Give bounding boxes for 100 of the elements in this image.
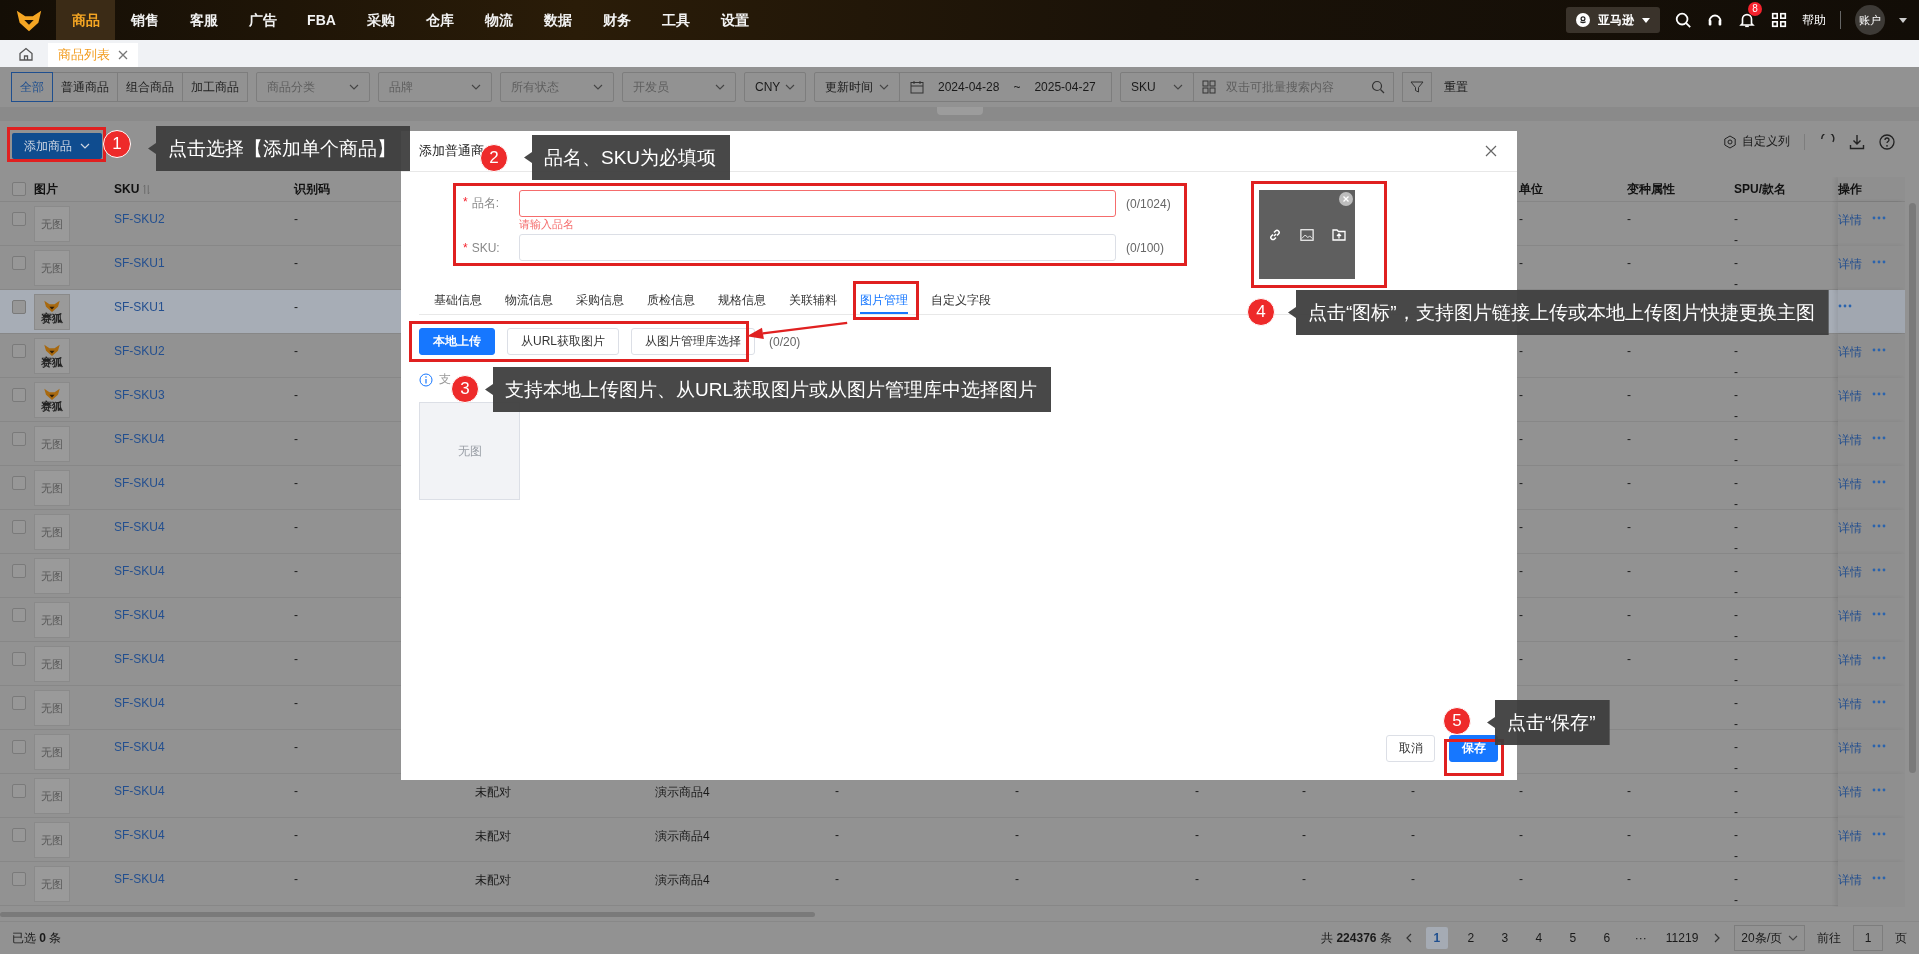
- table-cell: -: [294, 564, 298, 578]
- no-image-placeholder: 无图: [34, 206, 70, 242]
- table-cell: -: [1519, 344, 1523, 358]
- table-cell: -: [835, 784, 839, 798]
- table-cell: -: [294, 212, 298, 226]
- table-cell: -: [1734, 409, 1738, 423]
- table-cell: -: [1734, 784, 1738, 798]
- table-cell: -: [294, 300, 298, 314]
- table-cell: -: [1734, 652, 1738, 666]
- no-image-placeholder: 无图: [34, 426, 70, 462]
- table-cell: -: [294, 608, 298, 622]
- no-image-placeholder: 无图: [419, 402, 520, 500]
- total-count: 共 224376 条: [1321, 929, 1392, 947]
- column-header: SPU/款名: [1734, 180, 1786, 198]
- table-cell: -: [1627, 388, 1631, 402]
- table-cell: -: [294, 740, 298, 754]
- table-cell: -: [294, 652, 298, 666]
- table-cell: -: [1302, 872, 1306, 886]
- table-cell: -: [1734, 497, 1738, 511]
- column-header: 变种属性: [1627, 180, 1675, 198]
- table-cell: -: [1519, 476, 1523, 490]
- no-image-placeholder: 无图: [34, 602, 70, 638]
- table-cell: -: [294, 784, 298, 798]
- table-cell: -: [1734, 344, 1738, 358]
- table-cell: -: [835, 828, 839, 842]
- column-header: 图片: [34, 180, 58, 198]
- goto-label: 前往: [1817, 929, 1841, 947]
- table-cell: -: [1627, 564, 1631, 578]
- table-cell: -: [1627, 520, 1631, 534]
- no-image-placeholder: 无图: [34, 250, 70, 286]
- column-header: 操作: [1838, 180, 1862, 198]
- table-cell: -: [1734, 893, 1738, 907]
- table-cell: -: [1734, 872, 1738, 886]
- table-cell: -: [1734, 432, 1738, 446]
- table-cell: -: [1734, 629, 1738, 643]
- table-cell: -: [294, 388, 298, 402]
- table-cell: 未配对: [475, 828, 511, 845]
- table-cell: -: [1302, 784, 1306, 798]
- table-cell: -: [1627, 872, 1631, 886]
- table-cell: -: [1734, 740, 1738, 754]
- no-image-placeholder: 无图: [34, 558, 70, 594]
- table-cell: -: [1627, 652, 1631, 666]
- table-cell: -: [1627, 256, 1631, 270]
- goto-unit: 页: [1895, 929, 1907, 947]
- table-cell: -: [1519, 872, 1523, 886]
- no-image-placeholder: 无图: [34, 778, 70, 814]
- table-cell: -: [294, 872, 298, 886]
- table-cell: -: [1411, 784, 1415, 798]
- table-cell: -: [1519, 608, 1523, 622]
- character-counter: (0/100): [1126, 240, 1165, 255]
- info-text: 支: [439, 371, 451, 388]
- table-cell: -: [1411, 872, 1415, 886]
- table-cell: -: [1195, 872, 1199, 886]
- callout-tooltip: 支持本地上传图片、从URL获取图片或从图片管理库中选择图片: [485, 367, 1051, 412]
- table-cell: -: [1411, 828, 1415, 842]
- field-label: 品名:: [471, 195, 499, 212]
- table-cell: -: [294, 432, 298, 446]
- table-cell: -: [1195, 828, 1199, 842]
- table-cell: -: [1734, 717, 1738, 731]
- table-cell: -: [1734, 520, 1738, 534]
- table-cell: -: [1734, 696, 1738, 710]
- table-cell: -: [1734, 585, 1738, 599]
- table-cell: 演示商品4: [655, 784, 710, 801]
- table-cell: -: [1519, 564, 1523, 578]
- logo-caption: 赛狐: [41, 356, 63, 368]
- table-cell: -: [1519, 652, 1523, 666]
- table-cell: -: [1734, 673, 1738, 687]
- no-image-placeholder: 无图: [34, 690, 70, 726]
- table-cell: -: [1734, 256, 1738, 270]
- table-cell: -: [294, 828, 298, 842]
- logo-caption: 赛狐: [41, 400, 63, 412]
- table-cell: -: [1734, 608, 1738, 622]
- no-image-placeholder: 无图: [34, 470, 70, 506]
- no-image-placeholder: 无图: [34, 734, 70, 770]
- table-cell: -: [1734, 453, 1738, 467]
- table-cell: -: [1734, 761, 1738, 775]
- table-cell: -: [1627, 344, 1631, 358]
- table-cell: -: [835, 872, 839, 886]
- error-message: 请输入品名: [519, 217, 575, 232]
- table-cell: -: [1627, 432, 1631, 446]
- table-cell: -: [1519, 784, 1523, 798]
- callout-tooltip: 点击选择【添加单个商品】: [148, 126, 410, 171]
- required-mark: *: [463, 195, 468, 211]
- table-cell: -: [294, 344, 298, 358]
- table-cell: -: [1627, 608, 1631, 622]
- no-image-placeholder: 无图: [34, 514, 70, 550]
- callout-tooltip: 品名、SKU为必填项: [524, 135, 731, 180]
- table-cell: -: [1734, 541, 1738, 555]
- table-cell: -: [294, 696, 298, 710]
- callout-tooltip: 点击“保存”: [1487, 700, 1610, 745]
- table-cell: 未配对: [475, 784, 511, 801]
- table-cell: 演示商品4: [655, 872, 710, 889]
- table-cell: -: [1627, 212, 1631, 226]
- table-cell: -: [1734, 828, 1738, 842]
- table-cell: -: [1519, 520, 1523, 534]
- table-cell: -: [1627, 828, 1631, 842]
- table-cell: -: [1519, 828, 1523, 842]
- table-cell: -: [294, 256, 298, 270]
- table-cell: 演示商品4: [655, 828, 710, 845]
- table-cell: -: [1302, 828, 1306, 842]
